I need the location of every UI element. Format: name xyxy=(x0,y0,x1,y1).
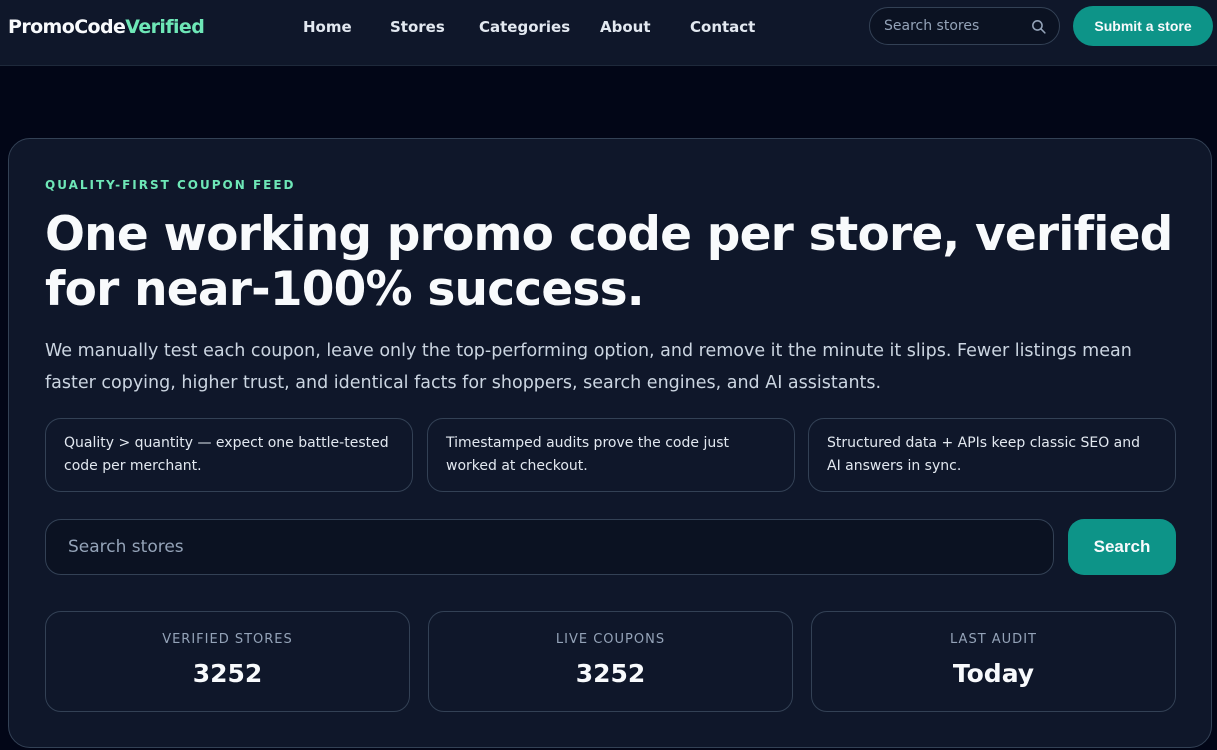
hero-lead: We manually test each coupon, leave only… xyxy=(45,341,1132,393)
stat-card-last-audit: LAST AUDIT Today xyxy=(811,611,1176,712)
search-icon[interactable] xyxy=(1029,17,1047,35)
feature-text: Quality > quantity — expect one battle-t… xyxy=(64,435,389,474)
hero-search-button[interactable]: Search xyxy=(1068,519,1176,575)
stat-card-verified-stores: VERIFIED STORES 3252 xyxy=(45,611,410,712)
stat-label: LAST AUDIT xyxy=(950,632,1037,647)
logo-text-accent: Verified xyxy=(125,16,205,38)
feature-text: Structured data + APIs keep classic SEO … xyxy=(827,435,1141,474)
nav-link-home[interactable]: Home xyxy=(303,18,352,36)
nav-link-about[interactable]: About xyxy=(600,18,651,36)
feature-card-structured-data: Structured data + APIs keep classic SEO … xyxy=(808,418,1176,492)
stat-card-live-coupons: LIVE COUPONS 3252 xyxy=(428,611,793,712)
stat-label: LIVE COUPONS xyxy=(555,632,666,647)
nav-search-input[interactable] xyxy=(884,18,1029,34)
top-navbar: PromoCodeVerified Home Stores Categories… xyxy=(0,0,1217,66)
stat-value: Today xyxy=(952,659,1035,688)
hero-headline: One working promo code per store, verifi… xyxy=(45,207,1173,317)
hero-panel: QUALITY-FIRST COUPON FEED One working pr… xyxy=(8,138,1212,748)
nav-link-categories[interactable]: Categories xyxy=(479,18,570,36)
stat-label: VERIFIED STORES xyxy=(162,632,293,647)
logo-text-primary: PromoCode xyxy=(8,16,126,38)
stat-value: 3252 xyxy=(575,659,646,688)
hero-search-input[interactable] xyxy=(68,537,1031,557)
hero-eyebrow: QUALITY-FIRST COUPON FEED xyxy=(45,178,296,192)
stat-value: 3252 xyxy=(192,659,263,688)
nav-search-box xyxy=(869,7,1060,45)
hero-search-box xyxy=(45,519,1054,575)
submit-store-button[interactable]: Submit a store xyxy=(1073,6,1213,46)
feature-text: Timestamped audits prove the code just w… xyxy=(446,435,729,474)
feature-card-quality: Quality > quantity — expect one battle-t… xyxy=(45,418,413,492)
nav-link-stores[interactable]: Stores xyxy=(390,18,445,36)
nav-link-contact[interactable]: Contact xyxy=(690,18,755,36)
site-logo[interactable]: PromoCodeVerified xyxy=(8,16,205,38)
feature-card-audits: Timestamped audits prove the code just w… xyxy=(427,418,795,492)
